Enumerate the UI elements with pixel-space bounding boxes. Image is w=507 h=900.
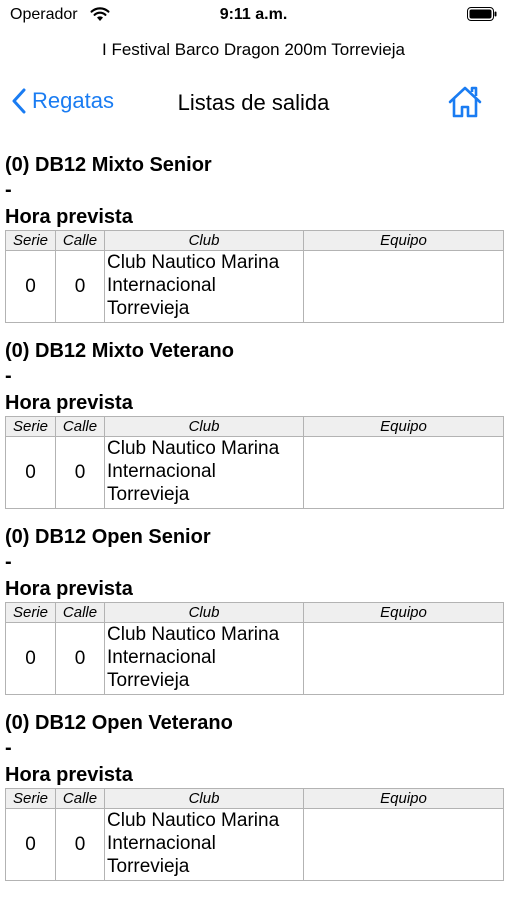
header-serie: Serie — [5, 230, 56, 251]
table-row: 0 0 Club Nautico Marina Internacional To… — [5, 808, 504, 881]
race-title: (0) DB12 Open Senior — [5, 526, 211, 548]
table-header-row: Serie Calle Club Equipo — [5, 602, 504, 623]
table-header-row: Serie Calle Club Equipo — [5, 230, 504, 251]
cell-club: Club Nautico Marina Internacional Torrev… — [104, 808, 304, 881]
table-row: 0 0 Club Nautico Marina Internacional To… — [5, 250, 504, 323]
start-list-table: Serie Calle Club Equipo 0 0 Club Nautico… — [5, 788, 504, 881]
table-header-row: Serie Calle Club Equipo — [5, 788, 504, 809]
cell-equipo — [303, 622, 504, 695]
scheduled-time-label: Hora prevista — [5, 764, 133, 786]
header-equipo: Equipo — [303, 602, 504, 623]
race-section: (0) DB12 Mixto Senior - Hora prevista Se… — [5, 154, 504, 340]
cell-club: Club Nautico Marina Internacional Torrev… — [104, 436, 304, 509]
status-bar: Operador 9:11 a.m. — [0, 0, 507, 30]
header-equipo: Equipo — [303, 416, 504, 437]
header-equipo: Equipo — [303, 230, 504, 251]
header-calle: Calle — [55, 416, 105, 437]
start-list-table: Serie Calle Club Equipo 0 0 Club Nautico… — [5, 416, 504, 509]
cell-equipo — [303, 250, 504, 323]
table-row: 0 0 Club Nautico Marina Internacional To… — [5, 622, 504, 695]
race-title: (0) DB12 Mixto Veterano — [5, 340, 234, 362]
page-title: Listas de salida — [177, 90, 330, 115]
home-icon[interactable] — [447, 84, 483, 120]
app-title: I Festival Barco Dragon 200m Torrevieja — [102, 40, 405, 59]
scheduled-time-label: Hora prevista — [5, 392, 133, 414]
cell-serie: 0 — [5, 808, 56, 881]
race-title: (0) DB12 Mixto Senior — [5, 154, 212, 176]
clock: 9:11 a.m. — [219, 6, 288, 23]
navigation-bar: Regatas Listas de salida — [0, 82, 507, 126]
table-row: 0 0 Club Nautico Marina Internacional To… — [5, 436, 504, 509]
cell-equipo — [303, 808, 504, 881]
race-title: (0) DB12 Open Veterano — [5, 712, 233, 734]
cell-serie: 0 — [5, 622, 56, 695]
header-club: Club — [104, 788, 304, 809]
scheduled-time-label: Hora prevista — [5, 578, 133, 600]
header-calle: Calle — [55, 788, 105, 809]
start-lists: (0) DB12 Mixto Senior - Hora prevista Se… — [5, 154, 504, 898]
race-section: (0) DB12 Open Senior - Hora prevista Ser… — [5, 526, 504, 712]
cell-club: Club Nautico Marina Internacional Torrev… — [104, 622, 304, 695]
race-dash: - — [5, 737, 12, 759]
race-dash: - — [5, 551, 12, 573]
header-serie: Serie — [5, 602, 56, 623]
start-list-table: Serie Calle Club Equipo 0 0 Club Nautico… — [5, 602, 504, 695]
scheduled-time-label: Hora prevista — [5, 206, 133, 228]
cell-calle: 0 — [55, 622, 105, 695]
cell-serie: 0 — [5, 436, 56, 509]
header-club: Club — [104, 416, 304, 437]
cell-calle: 0 — [55, 436, 105, 509]
race-section: (0) DB12 Mixto Veterano - Hora prevista … — [5, 340, 504, 526]
header-equipo: Equipo — [303, 788, 504, 809]
table-header-row: Serie Calle Club Equipo — [5, 416, 504, 437]
cell-calle: 0 — [55, 808, 105, 881]
header-club: Club — [104, 230, 304, 251]
header-calle: Calle — [55, 602, 105, 623]
race-dash: - — [5, 365, 12, 387]
header-club: Club — [104, 602, 304, 623]
cell-equipo — [303, 436, 504, 509]
cell-club: Club Nautico Marina Internacional Torrev… — [104, 250, 304, 323]
header-calle: Calle — [55, 230, 105, 251]
cell-calle: 0 — [55, 250, 105, 323]
race-section: (0) DB12 Open Veterano - Hora prevista S… — [5, 712, 504, 898]
start-list-table: Serie Calle Club Equipo 0 0 Club Nautico… — [5, 230, 504, 323]
battery-icon — [467, 7, 497, 21]
cell-serie: 0 — [5, 250, 56, 323]
header-serie: Serie — [5, 788, 56, 809]
race-dash: - — [5, 179, 12, 201]
header-serie: Serie — [5, 416, 56, 437]
